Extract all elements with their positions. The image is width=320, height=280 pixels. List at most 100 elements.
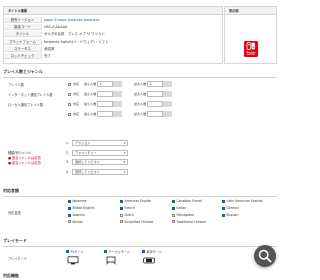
info-row-value: 完了 xyxy=(44,54,51,58)
playmodes-section-rule xyxy=(3,246,277,247)
genre-select-value: アクション xyxy=(75,141,91,145)
playmodes-section-title: プレイモード xyxy=(3,238,27,243)
language-checkbox[interactable] xyxy=(120,200,123,203)
min-players-spinner[interactable] xyxy=(113,111,122,117)
max-players-spinner[interactable] xyxy=(163,101,172,107)
genre-select[interactable]: 選択してください ▾ xyxy=(72,168,128,175)
player-support-label: 対応 xyxy=(73,112,80,116)
language-checkbox[interactable] xyxy=(222,200,225,203)
playmode-checkbox[interactable] xyxy=(66,250,69,253)
language-checkbox[interactable] xyxy=(68,206,71,210)
min-players-spinner[interactable] xyxy=(113,91,122,97)
min-players-label: 最小人数 xyxy=(84,102,97,106)
language-checkbox[interactable] xyxy=(68,200,71,203)
tv-mode-icon xyxy=(67,256,79,265)
max-players-spinner[interactable] xyxy=(163,91,172,97)
max-players-spinner[interactable] xyxy=(163,111,172,117)
handheld-mode-icon xyxy=(143,256,155,265)
language-name: German xyxy=(226,206,239,211)
switch-logo-text: Nintendo SWITCH xyxy=(246,52,256,56)
player-support-checkbox[interactable] xyxy=(68,102,71,106)
min-players-input[interactable] xyxy=(97,91,113,97)
max-players-label: 最大人数 xyxy=(134,102,147,106)
player-support-label: 対応 xyxy=(73,92,80,96)
genre-select-value: アドベンチャー xyxy=(75,150,97,155)
max-players-label: 最大人数 xyxy=(134,82,147,86)
info-row-value: Japan Europe Australia Americas xyxy=(44,18,100,22)
max-players-input[interactable] xyxy=(147,91,163,97)
language-name: Korean xyxy=(72,219,84,224)
info-row-label: 発売リージョン xyxy=(4,17,42,23)
max-players-input[interactable]: 1 xyxy=(147,81,163,87)
nintendo-switch-logo: Nintendo SWITCH xyxy=(244,41,258,57)
min-players-spinner[interactable] xyxy=(113,81,122,87)
min-players-input[interactable] xyxy=(97,101,113,107)
language-name: Simplified Chinese xyxy=(124,219,154,224)
player-support-label: 対応 xyxy=(73,102,80,106)
language-checkbox[interactable] xyxy=(120,206,123,210)
search-fab-button[interactable] xyxy=(254,245,276,267)
max-players-label: 最大人数 xyxy=(134,92,147,96)
language-checkbox[interactable] xyxy=(68,213,71,217)
player-support-label: 対応 xyxy=(73,82,80,86)
genre-number: 2. xyxy=(66,150,69,155)
info-row-label: タイトル xyxy=(4,31,42,38)
player-support-checkbox[interactable] xyxy=(68,82,71,86)
language-checkbox[interactable] xyxy=(222,213,225,217)
player-row-label: インターネット通信プレイ人数 xyxy=(8,93,53,97)
genre-select[interactable]: アクション ▾ xyxy=(72,140,128,146)
max-players-label: 最大人数 xyxy=(134,112,147,116)
language-name: Canadian French xyxy=(176,199,203,204)
genre-note-2: ■ 複合ジャンルは必須 xyxy=(8,161,41,165)
language-checkbox[interactable] xyxy=(120,220,123,224)
chevron-down-icon: ▾ xyxy=(123,160,126,164)
playmode-name: 携帯モード xyxy=(146,250,162,255)
language-checkbox[interactable] xyxy=(222,206,225,210)
info-row-label: 製品コード xyxy=(4,24,42,31)
magnifier-icon xyxy=(258,249,272,263)
info-row-value: ゼルダの伝説 ブレス オブ ザ ワイルド xyxy=(44,32,105,37)
player-row-label: ローカル通信プレイ人数 xyxy=(8,103,44,107)
language-checkbox[interactable] xyxy=(68,220,71,224)
language-name: Spanish xyxy=(72,212,85,217)
max-players-spinner[interactable] xyxy=(163,81,172,87)
genre-number: 3. xyxy=(66,160,69,164)
playmode-name: TVモード xyxy=(70,250,84,255)
max-players-input[interactable] xyxy=(147,111,163,117)
playmode-checkbox[interactable] xyxy=(142,250,145,253)
display-header: 表示部 xyxy=(225,7,276,15)
player-support-checkbox[interactable] xyxy=(68,92,71,96)
language-checkbox[interactable] xyxy=(172,200,175,203)
genre-select[interactable]: アドベンチャー ▾ xyxy=(72,149,128,156)
switch-logo-icon xyxy=(246,42,255,50)
language-checkbox[interactable] xyxy=(172,220,175,224)
player-row-label: プレイ人数 xyxy=(8,83,24,87)
players-section-rule xyxy=(3,77,277,78)
min-players-spinner[interactable] xyxy=(113,101,122,107)
title-info-header: タイトル情報 xyxy=(4,7,222,15)
language-name: Traditional Chinese xyxy=(176,219,206,224)
features-section-title: 対応機能 xyxy=(3,273,19,278)
playmode-name: テーブルモード xyxy=(108,250,130,255)
min-players-input[interactable] xyxy=(97,111,113,117)
min-players-label: 最小人数 xyxy=(84,92,97,96)
playmodes-label: プレイモード xyxy=(8,257,28,261)
player-support-checkbox[interactable] xyxy=(68,112,71,116)
info-row-label: ロットチェック xyxy=(4,53,42,59)
language-name: Latin American Spanish xyxy=(226,199,264,204)
language-checkbox[interactable] xyxy=(172,206,175,210)
title-info-panel: タイトル情報 発売リージョン Japan Europe Australia Ame… xyxy=(3,6,223,64)
language-name: British English xyxy=(72,206,95,211)
players-section-title: プレイ人数とジャンル xyxy=(3,69,43,74)
language-checkbox[interactable] xyxy=(172,213,175,217)
languages-label: 対応言語 xyxy=(8,211,21,215)
language-checkbox[interactable] xyxy=(120,213,123,217)
genre-select[interactable]: 選択してください ▾ xyxy=(72,159,128,165)
playmode-checkbox[interactable] xyxy=(104,250,107,253)
info-row-label: プラットフォーム xyxy=(4,38,42,45)
max-players-input[interactable] xyxy=(147,101,163,107)
language-name: Italian xyxy=(176,206,187,211)
languages-section-title: 対応言語 xyxy=(3,188,19,193)
genre-number: 4. xyxy=(66,169,69,174)
min-players-input[interactable]: 1 xyxy=(97,81,113,87)
